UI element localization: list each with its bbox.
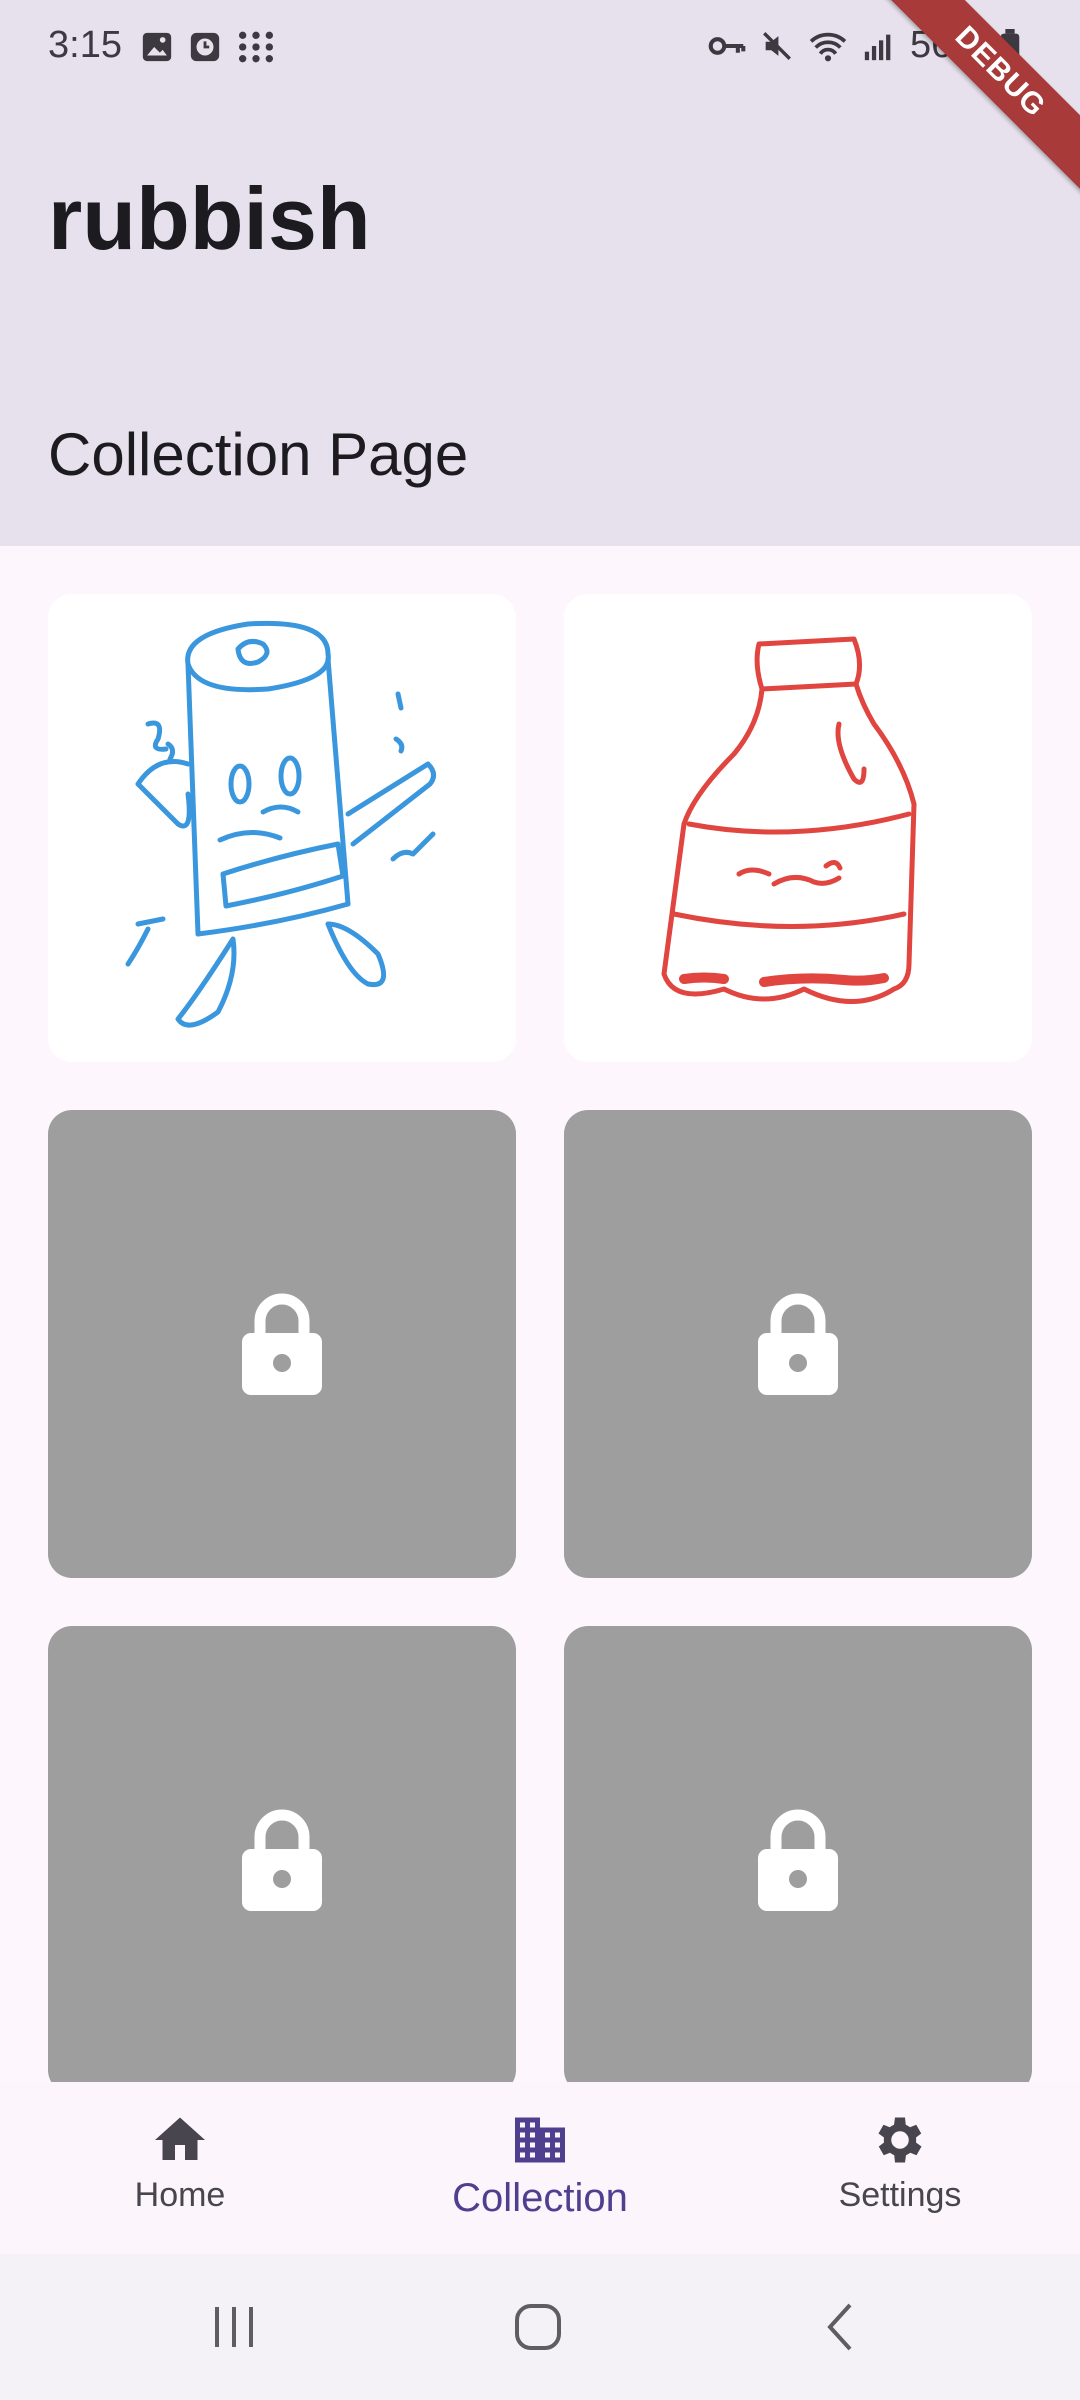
nav-label-home: Home: [134, 2176, 226, 2214]
collection-tile-locked[interactable]: [564, 1626, 1032, 2082]
collection-tile-locked[interactable]: [564, 1110, 1032, 1578]
nav-label-collection: Collection: [452, 2176, 628, 2220]
lock-icon: [758, 1293, 838, 1395]
bottle-drawing: [661, 636, 917, 1004]
battery-drawing: [125, 620, 436, 1028]
collection-tile-locked[interactable]: [48, 1626, 516, 2082]
status-left-icons: [140, 30, 276, 64]
collection-grid: [0, 546, 1080, 2082]
system-navigation-bar: [0, 2254, 1080, 2400]
apps-grid-icon: [239, 31, 273, 63]
lock-icon: [242, 1809, 322, 1911]
collection-icon: [515, 2117, 565, 2163]
image-icon: [142, 32, 172, 62]
back-button[interactable]: [740, 2254, 940, 2400]
bottom-navigation: Home Collection Settings: [0, 2082, 1080, 2254]
nav-label-settings: Settings: [838, 2176, 962, 2214]
nav-item-collection[interactable]: Collection: [360, 2082, 720, 2254]
nav-item-home[interactable]: Home: [0, 2082, 360, 2254]
status-time: 3:15: [48, 24, 122, 66]
app-title: rubbish: [48, 169, 371, 268]
collection-tile-battery[interactable]: [48, 594, 516, 1062]
recent-apps-icon: [215, 2307, 253, 2347]
home-icon: [155, 2117, 205, 2160]
app-header: 3:15 56% DEBUG rubbish Collection Page: [0, 0, 1080, 546]
nav-item-settings[interactable]: Settings: [720, 2082, 1080, 2254]
collection-tile-locked[interactable]: [48, 1110, 516, 1578]
lock-icon: [758, 1809, 838, 1911]
signal-icon: [864, 34, 891, 60]
settings-icon: [878, 2117, 922, 2163]
alarm-icon: [190, 32, 220, 62]
home-circle-icon: [515, 2304, 561, 2350]
wifi-icon: [809, 32, 847, 61]
status-bar: 3:15 56% DEBUG: [0, 0, 1080, 197]
lock-icon: [242, 1293, 322, 1395]
mute-icon: [762, 31, 791, 60]
back-icon: [827, 2303, 852, 2351]
key-icon: [708, 36, 746, 55]
recent-apps-button[interactable]: [134, 2254, 334, 2400]
page-subtitle: Collection Page: [48, 421, 469, 488]
collection-tile-bottle[interactable]: [564, 594, 1032, 1062]
home-system-button[interactable]: [438, 2254, 638, 2400]
